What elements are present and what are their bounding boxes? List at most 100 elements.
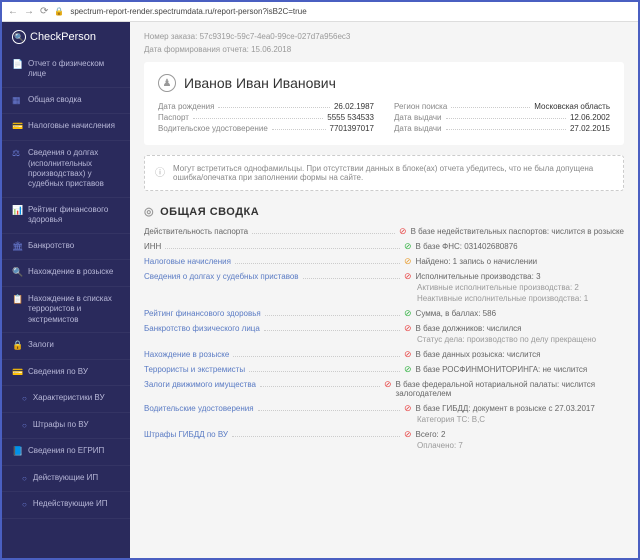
summary-label[interactable]: Рейтинг финансового здоровья (144, 309, 261, 318)
sidebar-item-14[interactable]: ○Недействующие ИП (2, 492, 130, 518)
summary-row-10: Штрафы ГИБДД по ВУ ⊘ Всего: 2 Оплачено: 7 (144, 427, 624, 453)
summary-label[interactable]: Налоговые начисления (144, 257, 231, 266)
person-name-row: ♟ Иванов Иван Иванович (158, 74, 610, 92)
target-icon: ◎ (144, 205, 154, 218)
sidebar-item-label: Штрафы по ВУ (33, 420, 89, 430)
person-icon: ♟ (158, 74, 176, 92)
summary-value: В базе РОСФИНМОНИТОРИНГА: не числится (416, 365, 588, 374)
person-card: ♟ Иванов Иван Иванович Дата рождения 26.0… (144, 62, 624, 145)
summary-heading: ◎ ОБЩАЯ СВОДКА (144, 205, 624, 218)
sidebar-item-8[interactable]: 🔒Залоги (2, 333, 130, 360)
sidebar-item-12[interactable]: 📘Сведения по ЕГРИП (2, 439, 130, 466)
status-red-icon: ⊘ (404, 350, 412, 359)
nav-back-icon[interactable]: ← (8, 6, 18, 17)
sidebar-item-label: Характеристики ВУ (33, 393, 105, 403)
summary-label[interactable]: Сведения о долгах у судебных приставов (144, 272, 299, 281)
sidebar-item-label: Рейтинг финансового здоровья (28, 205, 122, 226)
summary-label[interactable]: Нахождение в розыске (144, 350, 229, 359)
doc-icon: 📄 (12, 59, 22, 71)
person-field: Паспорт5555 534533 (158, 113, 374, 122)
sidebar-item-13[interactable]: ○ Действующие ИП (2, 466, 130, 492)
sidebar-item-label: Сведения по ВУ (28, 367, 88, 377)
sidebar: 🔍 CheckPerson 📄Отчет о физическом лице ▦ О… (2, 22, 130, 558)
status-red-icon: ⊘ (404, 272, 412, 281)
summary-value: Всего: 2 (416, 430, 446, 439)
summary-label[interactable]: Водительские удостоверения (144, 404, 254, 413)
status-green-icon: ⊘ (404, 365, 412, 374)
summary-label: Действительность паспорта (144, 227, 248, 236)
summary-subvalue: Статус дела: производство по делу прекра… (404, 335, 624, 344)
field-label: Дата рождения (158, 102, 214, 111)
bullet-icon: ○ (22, 474, 27, 484)
grid-icon: ▦ (12, 95, 22, 107)
brand-text: CheckPerson (30, 31, 96, 43)
sidebar-item-label: Общая сводка (28, 95, 82, 105)
sidebar-item-11[interactable]: ○ Штрафы по ВУ (2, 413, 130, 439)
summary-value: В базе должников: числился (416, 324, 522, 333)
person-name: Иванов Иван Иванович (184, 75, 336, 91)
field-label: Дата выдачи (394, 113, 442, 122)
summary-label[interactable]: Штрафы ГИБДД по ВУ (144, 430, 228, 439)
address-bar[interactable]: ← → ⟳ 🔒 spectrum-report-render.spectrumd… (2, 2, 638, 22)
summary-section: ◎ ОБЩАЯ СВОДКА Действительность паспорта… (144, 205, 624, 453)
summary-subvalue: Категория ТС: B,C (404, 415, 624, 424)
summary-label[interactable]: Банкротство физического лица (144, 324, 260, 333)
summary-row-4: Рейтинг финансового здоровья⊘Сумма, в ба… (144, 306, 624, 321)
summary-value: В базе ФНС: 031402680876 (416, 242, 518, 251)
status-yellow-icon: ⊘ (404, 257, 412, 266)
summary-value: В базе ГИБДД: документ в розыске с 27.03… (416, 404, 595, 413)
sidebar-item-label: Действующие ИП (33, 473, 98, 483)
notice-box: ⓘ Могут встретиться однофамильцы. При от… (144, 155, 624, 191)
sidebar-item-2[interactable]: 💳 Налоговые начисления (2, 114, 130, 141)
url-text: spectrum-report-render.spectrumdata.ru/r… (70, 7, 306, 16)
scale-icon: ⚖ (12, 148, 22, 160)
sidebar-item-1[interactable]: ▦ Общая сводка (2, 88, 130, 115)
sidebar-item-label: Залоги (28, 340, 54, 350)
summary-value: Исполнительные производства: 3 (416, 272, 541, 281)
sidebar-item-0[interactable]: 📄Отчет о физическом лице (2, 52, 130, 88)
bullet-icon: ○ (22, 421, 27, 431)
field-label: Дата выдачи (394, 124, 442, 133)
status-red-icon: ⊘ (404, 430, 412, 439)
reload-icon[interactable]: ⟳ (40, 6, 48, 17)
field-value: 27.02.2015 (570, 124, 610, 133)
sidebar-item-9[interactable]: 💳Сведения по ВУ (2, 360, 130, 387)
sidebar-item-4[interactable]: 📊Рейтинг финансового здоровья (2, 198, 130, 234)
field-value: Московская область (534, 102, 610, 111)
status-red-icon: ⊘ (404, 324, 412, 333)
nav-fwd-icon[interactable]: → (24, 6, 34, 17)
bullet-icon: ○ (22, 394, 27, 404)
list-icon: 📋 (12, 294, 22, 306)
person-field: Регион поискаМосковская область (394, 102, 610, 111)
field-label: Паспорт (158, 113, 189, 122)
person-field: Дата выдачи12.06.2002 (394, 113, 610, 122)
summary-row-2: Налоговые начисления ⊘ Найдено: 1 запись о… (144, 254, 624, 269)
sidebar-item-7[interactable]: 📋 Нахождение в списках террористов и экст… (2, 287, 130, 333)
summary-row-7: Террористы и экстремисты ⊘ В базе РОСФИНМО… (144, 362, 624, 377)
sidebar-item-5[interactable]: 🏛Банкротство (2, 234, 130, 261)
summary-row-9: Водительские удостоверения ⊘ В базе ГИБДД:… (144, 401, 624, 427)
sidebar-item-3[interactable]: ⚖Сведения о долгах (исполнительных произ… (2, 141, 130, 198)
sidebar-item-6[interactable]: 🔍Нахождение в розыске (2, 260, 130, 287)
main-content: Номер заказа: 57c9319c-59c7-4ea0-99ce-02… (130, 22, 638, 558)
summary-label[interactable]: Террористы и экстремисты (144, 365, 245, 374)
card-icon: 💳 (12, 121, 22, 133)
sidebar-item-label: Нахождение в розыске (28, 267, 113, 277)
bank-icon: 🏛 (12, 241, 22, 253)
brand-logo[interactable]: 🔍 CheckPerson (2, 22, 130, 52)
summary-label[interactable]: Залоги движимого имущества (144, 380, 256, 389)
summary-value: Сумма, в баллах: 586 (416, 309, 496, 318)
person-field: Дата рождения 26.02.1987 (158, 102, 374, 111)
sidebar-item-label: Нахождение в списках террористов и экстр… (28, 294, 122, 325)
summary-value: В базе федеральной нотариальной палаты: … (396, 380, 624, 398)
summary-value: Найдено: 1 запись о начислении (416, 257, 538, 266)
summary-value: В базе недействительных паспортов: числи… (411, 227, 624, 236)
sidebar-item-label: Налоговые начисления (28, 121, 115, 131)
status-red-icon: ⊘ (404, 404, 412, 413)
notice-text: Могут встретиться однофамильцы. При отсу… (173, 164, 613, 182)
summary-subvalue: Неактивные исполнительные производства: … (404, 294, 624, 303)
sidebar-item-10[interactable]: ○ Характеристики ВУ (2, 386, 130, 412)
field-value: 26.02.1987 (334, 102, 374, 111)
summary-subvalue: Оплачено: 7 (404, 441, 624, 450)
summary-value: В базе данных розыска: числится (416, 350, 541, 359)
